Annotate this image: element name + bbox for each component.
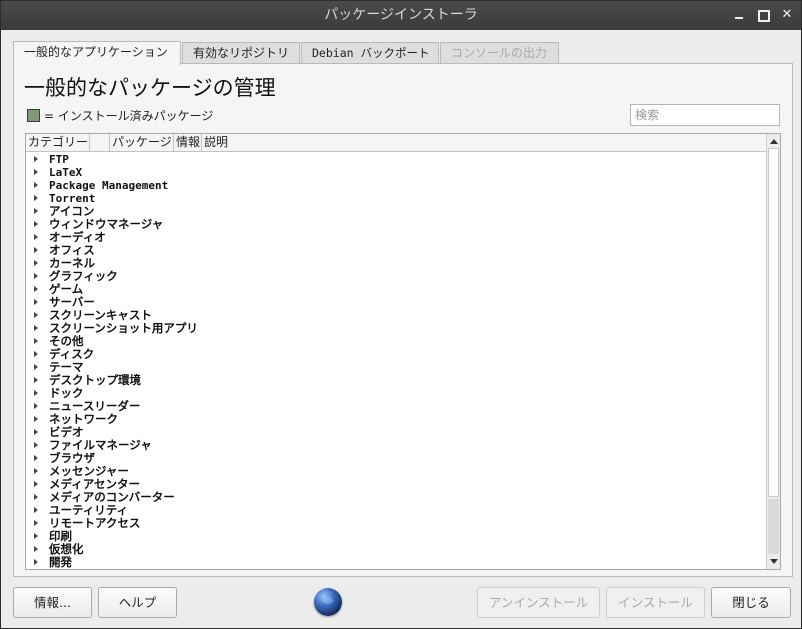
tree-row[interactable]: ニュースリーダー <box>26 400 766 413</box>
expander-arrow-icon[interactable] <box>34 403 38 409</box>
scrollbar-thumb[interactable] <box>768 148 779 497</box>
tree-row[interactable]: ゲーム <box>26 283 766 296</box>
expander-arrow-icon[interactable] <box>34 533 38 539</box>
search-input[interactable] <box>630 104 780 126</box>
tree-row[interactable]: ディスク <box>26 348 766 361</box>
category-tree[interactable]: カテゴリー パッケージ 情報 説明 FTP LaTeX Package Manage… <box>25 133 781 570</box>
installed-swatch <box>27 109 40 122</box>
expander-arrow-icon[interactable] <box>34 169 38 175</box>
tab-general-applications[interactable]: 一般的なアプリケーション <box>13 41 181 65</box>
expander-arrow-icon[interactable] <box>34 494 38 500</box>
column-header-status[interactable] <box>90 134 110 152</box>
tree-row[interactable]: LaTeX <box>26 166 766 179</box>
expander-arrow-icon[interactable] <box>34 312 38 318</box>
tree-row[interactable]: ブラウザ <box>26 452 766 465</box>
tree-row[interactable]: オフィス <box>26 244 766 257</box>
scrollbar-track[interactable] <box>768 499 779 554</box>
tree-row-label: FTP <box>49 153 69 166</box>
expander-arrow-icon[interactable] <box>34 156 38 162</box>
tree-rows: FTP LaTeX Package Management Torrent アイコン ウィン… <box>26 153 766 569</box>
title-bar[interactable]: パッケージインストーラ ✕ <box>1 1 801 30</box>
package-installer-window: パッケージインストーラ ✕ 一般的なアプリケーション 有効なリポジトリ Debi… <box>0 0 802 629</box>
tree-row[interactable]: FTP <box>26 153 766 166</box>
expander-arrow-icon[interactable] <box>34 234 38 240</box>
scroll-up-icon[interactable] <box>770 139 778 144</box>
tab-panel: 一般的なパッケージの管理 = インストール済みパッケージ カテゴリー パッケージ… <box>13 63 793 577</box>
expander-arrow-icon[interactable] <box>34 520 38 526</box>
expander-arrow-icon[interactable] <box>34 377 38 383</box>
tree-row[interactable]: ファイルマネージャ <box>26 439 766 452</box>
expander-arrow-icon[interactable] <box>34 364 38 370</box>
uninstall-button[interactable]: アンインストール <box>477 587 600 618</box>
column-header-package[interactable]: パッケージ <box>110 134 174 152</box>
column-header-description[interactable]: 説明 <box>202 134 766 152</box>
tree-row[interactable]: 仮想化 <box>26 543 766 556</box>
expander-arrow-icon[interactable] <box>34 455 38 461</box>
expander-arrow-icon[interactable] <box>34 260 38 266</box>
tree-row[interactable]: グラフィック <box>26 270 766 283</box>
minimize-icon[interactable] <box>729 6 749 24</box>
expander-arrow-icon[interactable] <box>34 221 38 227</box>
column-header-category[interactable]: カテゴリー <box>26 134 90 152</box>
tree-row[interactable]: ウィンドウマネージャ <box>26 218 766 231</box>
vertical-scrollbar[interactable] <box>766 134 780 569</box>
tree-row[interactable]: カーネル <box>26 257 766 270</box>
expander-arrow-icon[interactable] <box>34 273 38 279</box>
tab-console-output[interactable]: コンソールの出力 <box>440 42 559 64</box>
expander-arrow-icon[interactable] <box>34 299 38 305</box>
maximize-icon[interactable] <box>753 6 773 24</box>
close-button[interactable]: 閉じる <box>711 587 791 618</box>
expander-arrow-icon[interactable] <box>34 429 38 435</box>
expander-arrow-icon[interactable] <box>34 442 38 448</box>
page-title: 一般的なパッケージの管理 <box>24 76 276 100</box>
expander-arrow-icon[interactable] <box>34 351 38 357</box>
installed-legend: = インストール済みパッケージ <box>27 107 213 123</box>
tree-header: カテゴリー パッケージ 情報 説明 <box>26 134 766 152</box>
tree-row[interactable]: リモートアクセス <box>26 517 766 530</box>
tree-row[interactable]: 開発 <box>26 556 766 569</box>
tree-row-label: LaTeX <box>49 166 83 179</box>
expander-arrow-icon[interactable] <box>34 286 38 292</box>
tree-row-label: 開発 <box>49 555 72 569</box>
tree-row[interactable]: デスクトップ環境 <box>26 374 766 387</box>
install-button[interactable]: インストール <box>606 587 705 618</box>
expander-arrow-icon[interactable] <box>34 468 38 474</box>
tree-row[interactable]: Torrent <box>26 192 766 205</box>
tree-row[interactable]: メディアのコンバーター <box>26 491 766 504</box>
tree-row[interactable]: Package Management <box>26 179 766 192</box>
tree-row-label: Package Management <box>49 179 169 192</box>
tree-row[interactable]: ネットワーク <box>26 413 766 426</box>
expander-arrow-icon[interactable] <box>34 247 38 253</box>
tab-active-repositories[interactable]: 有効なリポジトリ <box>182 42 300 64</box>
tree-row[interactable]: その他 <box>26 335 766 348</box>
close-icon[interactable]: ✕ <box>777 6 797 24</box>
expander-arrow-icon[interactable] <box>34 416 38 422</box>
help-button[interactable]: ヘルプ <box>98 587 177 618</box>
tab-debian-backports[interactable]: Debian バックポート <box>301 42 439 64</box>
expander-arrow-icon[interactable] <box>34 559 38 565</box>
expander-arrow-icon[interactable] <box>34 325 38 331</box>
scroll-down-icon[interactable] <box>770 559 778 564</box>
window-title: パッケージインストーラ <box>324 7 478 23</box>
expander-arrow-icon[interactable] <box>34 338 38 344</box>
expander-arrow-icon[interactable] <box>34 182 38 188</box>
column-header-info[interactable]: 情報 <box>174 134 202 152</box>
expander-arrow-icon[interactable] <box>34 208 38 214</box>
expander-arrow-icon[interactable] <box>34 195 38 201</box>
expander-arrow-icon[interactable] <box>34 481 38 487</box>
expander-arrow-icon[interactable] <box>34 507 38 513</box>
tree-row[interactable]: オーディオ <box>26 231 766 244</box>
tree-row[interactable]: 印刷 <box>26 530 766 543</box>
globe-icon <box>314 588 342 616</box>
info-button[interactable]: 情報... <box>13 587 92 618</box>
tab-bar: 一般的なアプリケーション 有効なリポジトリ Debian バックポート コンソー… <box>13 41 793 65</box>
expander-arrow-icon[interactable] <box>34 546 38 552</box>
tree-row[interactable]: スクリーンショット用アプリ <box>26 322 766 335</box>
expander-arrow-icon[interactable] <box>34 390 38 396</box>
installed-legend-text: = インストール済みパッケージ <box>44 109 214 123</box>
